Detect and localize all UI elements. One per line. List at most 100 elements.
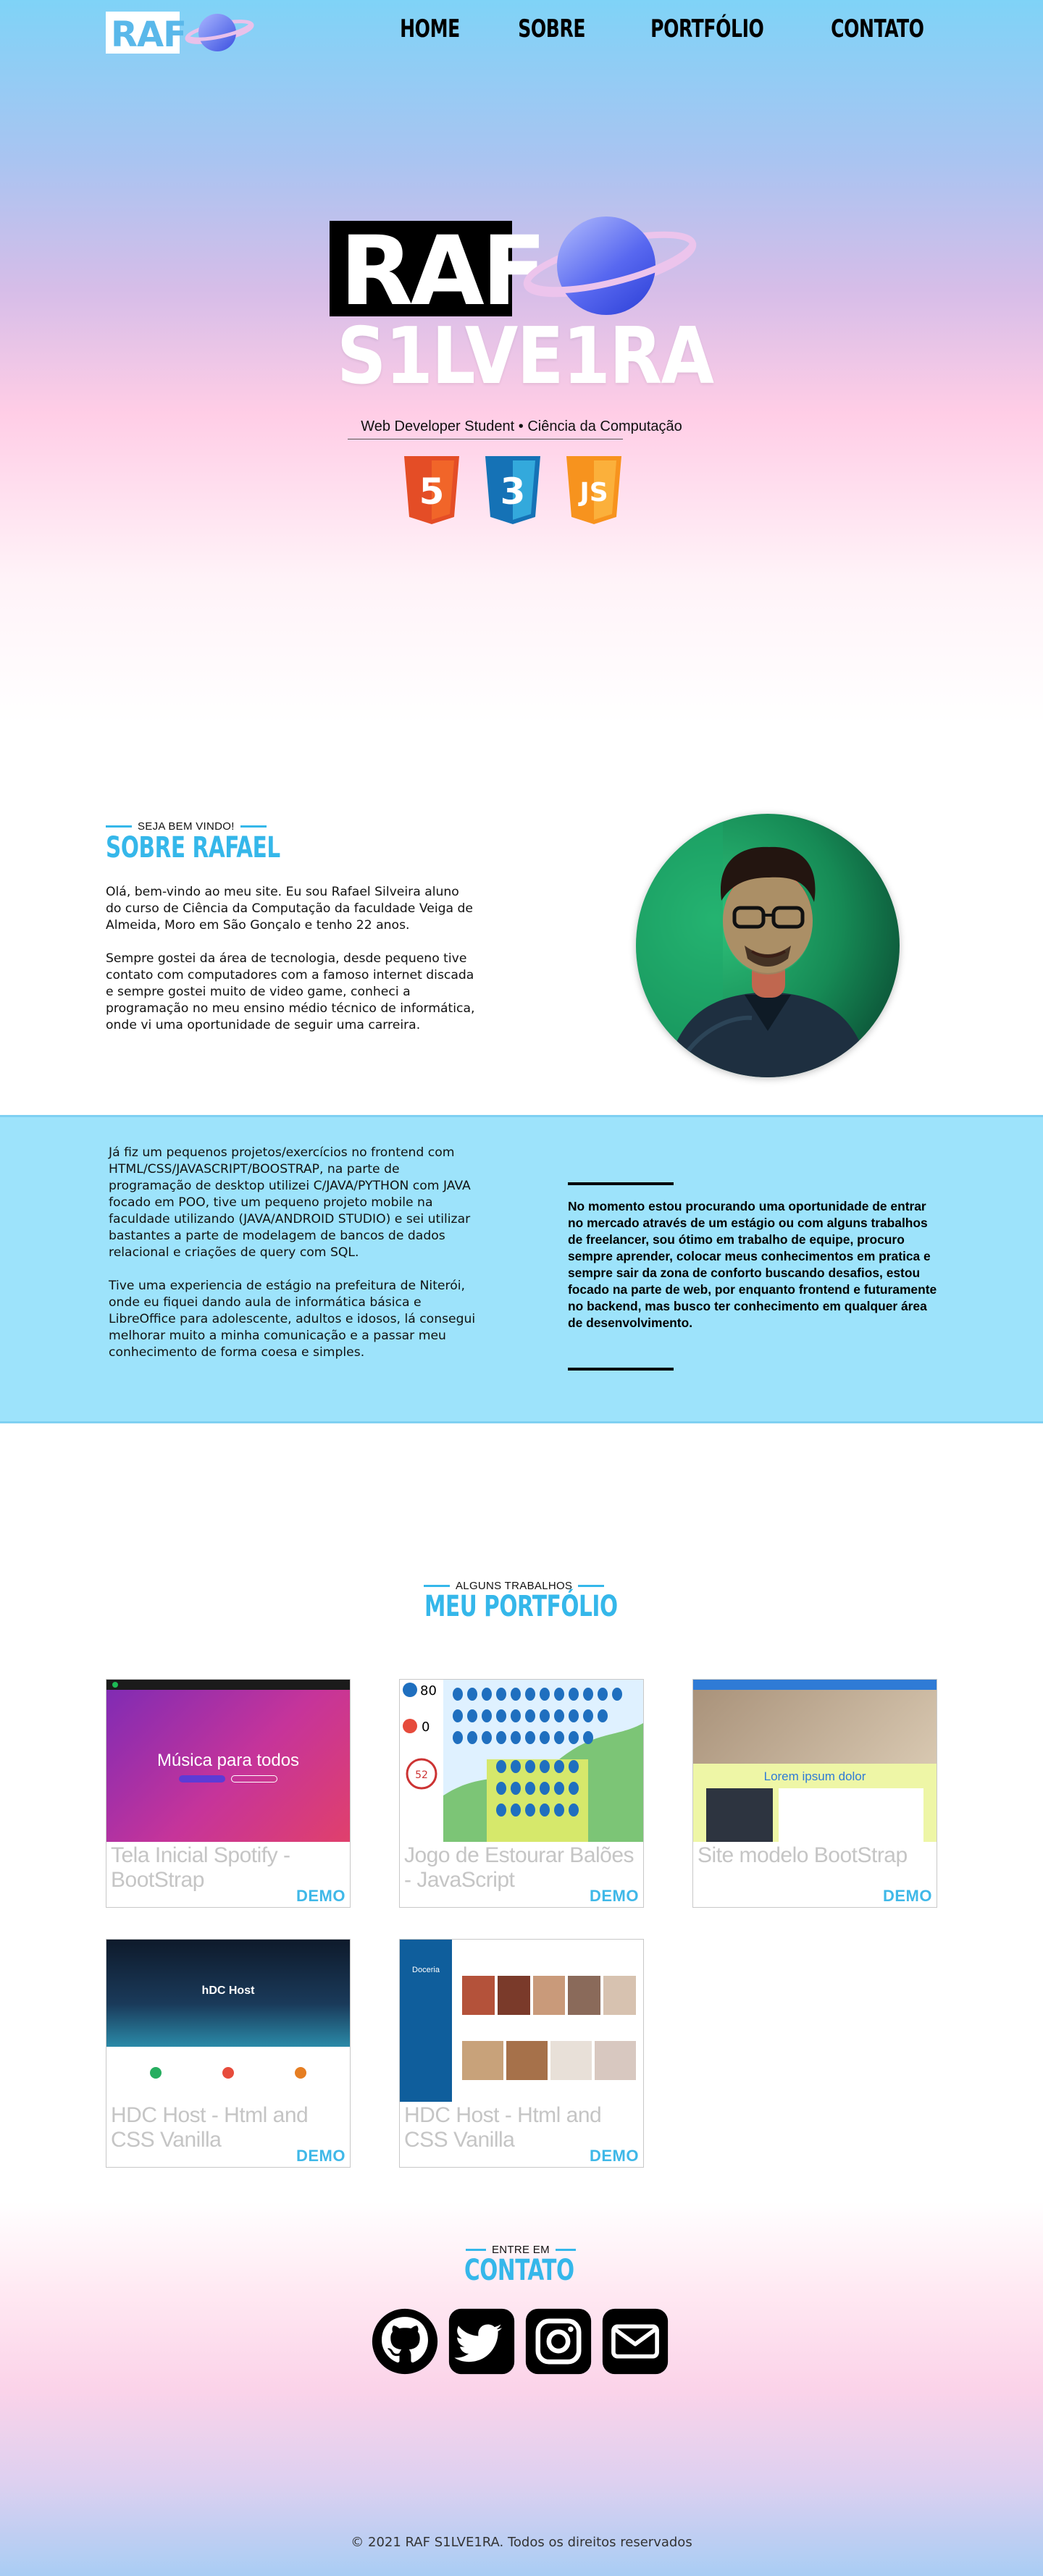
timer-value: 52 xyxy=(415,1769,428,1781)
github-icon xyxy=(372,2308,438,2375)
about-text: Olá, bem-vindo ao meu site. Eu sou Rafae… xyxy=(106,884,475,1034)
thumb-navbar xyxy=(106,1680,350,1690)
javascript-glyph: JS xyxy=(577,478,608,508)
eyebrow-line-right xyxy=(578,1585,605,1587)
profile-photo xyxy=(636,814,900,1077)
portfolio-card-balloons[interactable]: 80 0 52 Jogo de Estourar Balões - JavaSc… xyxy=(399,1679,644,1908)
balloon-game-illustration: 80 0 52 xyxy=(400,1680,643,1842)
about-paragraph-1: Olá, bem-vindo ao meu site. Eu sou Rafae… xyxy=(106,885,474,933)
eyebrow-line-left xyxy=(466,2249,486,2251)
brand-raf-box: RAF xyxy=(330,221,547,322)
experience-paragraph-2: Tive uma experiencia de estágio na prefe… xyxy=(109,1279,476,1360)
nav-contato-link[interactable]: CONTATO xyxy=(831,14,924,43)
thumb-feature-icon-2 xyxy=(222,2067,234,2079)
thumb-headline: hDC Host xyxy=(201,1984,255,1997)
score-b: 0 xyxy=(422,1720,430,1735)
portfolio-card-site-modelo[interactable]: Lorem ipsum dolor Site modelo BootStrap … xyxy=(692,1679,937,1908)
card-thumbnail: 80 0 52 xyxy=(400,1680,643,1842)
hero-section: RAF HOME SOBRE PORTFÓLIO CONTATO RAF S1L… xyxy=(0,0,1043,724)
thumb-sidebar xyxy=(400,1940,452,2102)
card-title: HDC Host - Html and CSS Vanilla xyxy=(111,2103,309,2152)
twitter-link[interactable] xyxy=(448,2307,516,2378)
portfolio-card-spotify[interactable]: Música para todos Tela Inicial Spotify -… xyxy=(106,1679,351,1908)
about-paragraph-2: Sempre gostei da área de tecnologia, des… xyxy=(106,951,475,1032)
nav-logo[interactable]: RAF xyxy=(106,9,255,55)
demo-link[interactable]: DEMO xyxy=(590,1887,639,1906)
card-title: Tela Inicial Spotify - BootStrap xyxy=(111,1843,290,1892)
demo-link[interactable]: DEMO xyxy=(590,2147,639,2165)
demo-link[interactable]: DEMO xyxy=(296,1887,345,1906)
brand-raf-text: RAF xyxy=(340,216,547,327)
profile-photo-illustration xyxy=(636,814,900,1077)
card-thumbnail: Doceria xyxy=(400,1940,643,2102)
hero-subtitle: Web Developer Student • Ciência da Compu… xyxy=(361,418,682,434)
card-thumbnail: hDC Host xyxy=(106,1940,350,2102)
planet-icon xyxy=(185,14,254,51)
thumb-feature-icon-1 xyxy=(150,2067,162,2079)
thumb-button-1 xyxy=(179,1775,225,1782)
thumb-sidebar xyxy=(706,1788,773,1842)
thumb-navbar xyxy=(693,1680,937,1690)
html5-shield-icon: 5 xyxy=(404,456,459,524)
brand-surname-text: S1LVE1RA xyxy=(337,311,714,402)
spotify-icon xyxy=(112,1682,118,1688)
portfolio-card-doceria[interactable]: Doceria HDC Host - Html and CSS Vanilla … xyxy=(399,1939,644,2168)
thumb-headline: Música para todos xyxy=(156,1751,300,1770)
quote-bar-bottom xyxy=(568,1368,674,1371)
instagram-icon xyxy=(525,2308,592,2375)
card-title: Jogo de Estourar Balões - JavaScript xyxy=(404,1843,634,1892)
card-title: Site modelo BootStrap xyxy=(698,1843,908,1867)
thumb-heading: Lorem ipsum dolor xyxy=(763,1769,866,1783)
demo-link[interactable]: DEMO xyxy=(883,1887,932,1906)
nav-home-link[interactable]: HOME xyxy=(400,14,460,43)
eyebrow-line-left xyxy=(106,825,132,828)
tech-icons-row: 5 3 JS xyxy=(402,455,624,526)
score-a: 80 xyxy=(420,1683,437,1699)
demo-link[interactable]: DEMO xyxy=(296,2147,345,2165)
portfolio-section: ALGUNS TRABALHOS MEU PORTFÓLIO Música pa… xyxy=(0,1423,1043,2202)
quote-bar-top xyxy=(568,1182,674,1185)
twitter-icon xyxy=(448,2308,515,2375)
thumb-gallery-row-1 xyxy=(462,1976,636,2015)
card-title: HDC Host - Html and CSS Vanilla xyxy=(404,2103,602,2152)
css3-shield-icon: 3 xyxy=(485,456,540,524)
email-link[interactable] xyxy=(601,2307,669,2378)
hero-brand-logo: RAF S1LVE1RA xyxy=(330,214,714,402)
github-link[interactable] xyxy=(371,2307,439,2378)
card-thumbnail: Lorem ipsum dolor xyxy=(693,1680,937,1842)
thumb-button-2 xyxy=(231,1775,277,1782)
thumb-brand: Doceria xyxy=(412,1966,440,1974)
thumb-hero-image xyxy=(693,1690,937,1764)
social-links xyxy=(371,2307,669,2378)
contact-section: ENTRE EM CONTATO © 2021 RAF S1LVE1RA. To… xyxy=(0,2202,1043,2576)
thumb-content xyxy=(779,1788,923,1842)
eyebrow-line-right xyxy=(240,825,267,828)
contact-title: CONTATO xyxy=(464,2254,574,2287)
goals-quote: No momento estou procurando uma oportuni… xyxy=(568,1199,937,1330)
portfolio-card-hdc-host[interactable]: hDC Host HDC Host - Html and CSS Vanilla… xyxy=(106,1939,351,2168)
email-icon xyxy=(602,2308,669,2375)
experience-paragraph-1: Já fiz um pequenos projetos/exercícios n… xyxy=(109,1145,471,1260)
experience-text: Já fiz um pequenos projetos/exercícios n… xyxy=(109,1145,485,1361)
instagram-link[interactable] xyxy=(524,2307,592,2378)
javascript-shield-icon: JS xyxy=(566,456,621,524)
nav-logo-box: RAF xyxy=(106,12,187,54)
nav-portfolio-link[interactable]: PORTFÓLIO xyxy=(650,14,764,43)
about-section: SEJA BEM VINDO! SOBRE RAFAEL Olá, bem-vi… xyxy=(0,724,1043,1115)
html5-glyph: 5 xyxy=(419,471,445,513)
thumb-feature-icon-3 xyxy=(295,2067,306,2079)
footer-copyright: © 2021 RAF S1LVE1RA. Todos os direitos r… xyxy=(351,2535,692,2550)
eyebrow-line-left xyxy=(424,1585,450,1587)
top-navbar: RAF HOME SOBRE PORTFÓLIO CONTATO xyxy=(0,0,1043,65)
about-title: SOBRE RAFAEL xyxy=(106,831,280,864)
eyebrow-line-right xyxy=(555,2249,576,2251)
nav-logo-text: RAF xyxy=(111,14,187,55)
card-thumbnail: Música para todos xyxy=(106,1680,350,1842)
about-details-band: Já fiz um pequenos projetos/exercícios n… xyxy=(0,1115,1043,1423)
thumb-gallery-row-2 xyxy=(462,2041,636,2080)
css3-glyph: 3 xyxy=(500,471,526,513)
portfolio-title: MEU PORTFÓLIO xyxy=(424,1590,618,1623)
nav-menu: HOME SOBRE PORTFÓLIO CONTATO xyxy=(393,14,935,43)
planet-icon xyxy=(523,216,697,315)
nav-sobre-link[interactable]: SOBRE xyxy=(519,14,586,43)
